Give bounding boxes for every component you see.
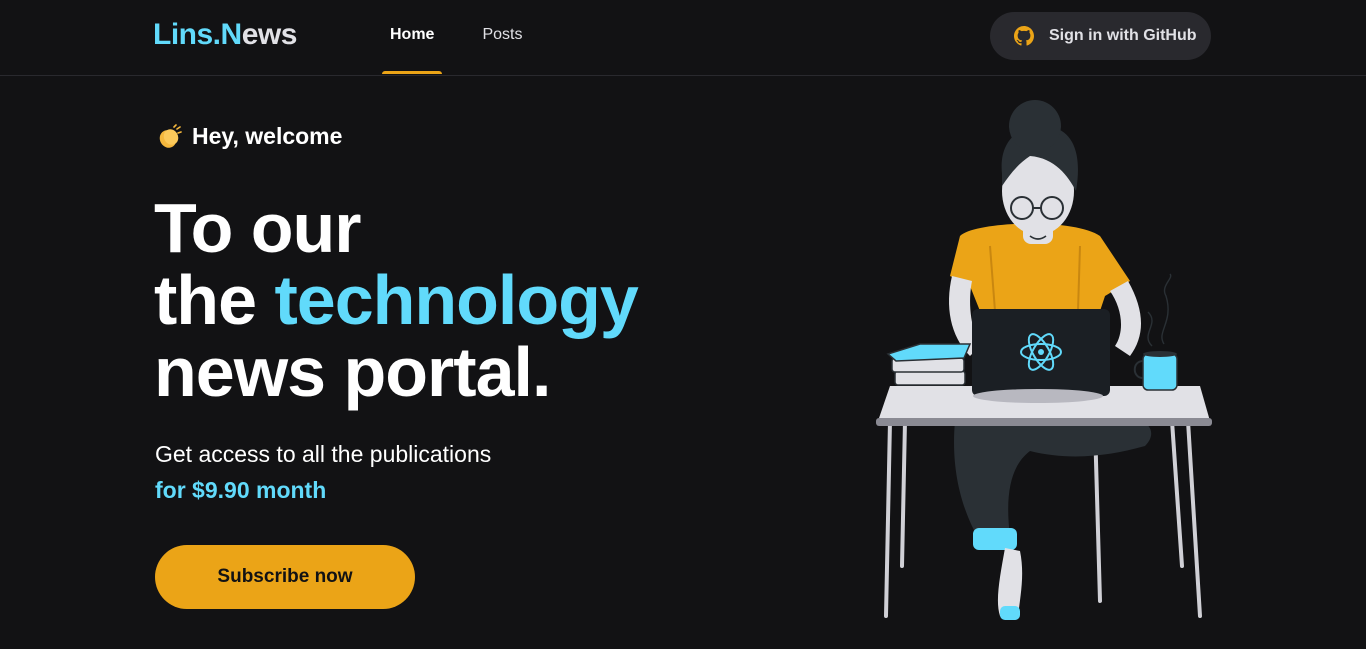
woman-at-desk-illustration — [876, 100, 1212, 620]
site-header: Lins.News Home Posts Sign in with GitHub — [0, 0, 1366, 76]
logo[interactable]: Lins.News — [153, 18, 297, 52]
subscribe-button[interactable]: Subscribe now — [155, 545, 415, 609]
github-signin-button[interactable]: Sign in with GitHub — [990, 12, 1211, 60]
logo-dot: . — [212, 18, 221, 51]
github-signin-label: Sign in with GitHub — [1049, 27, 1197, 44]
headline-line-1: To our — [154, 189, 362, 267]
welcome-line: Hey, welcome — [156, 123, 342, 150]
logo-letter-n: N — [220, 18, 243, 51]
logo-text-ews: ews — [241, 18, 298, 51]
hero-illustration — [860, 96, 1220, 626]
headline-highlight: technology — [274, 261, 638, 339]
headline-line-2-start: the — [154, 261, 275, 339]
pricing-line-1: Get access to all the publications — [155, 441, 492, 467]
github-icon — [1014, 26, 1034, 46]
headline-line-3: news portal. — [154, 333, 551, 411]
main-nav: Home Posts — [382, 0, 530, 76]
clapping-hands-icon — [156, 123, 182, 150]
hero-headline: To our the technology news portal. — [154, 189, 639, 411]
nav-posts-link[interactable]: Posts — [474, 0, 530, 76]
price-text: for $9.90 month — [155, 477, 327, 503]
welcome-text: Hey, welcome — [192, 123, 343, 149]
logo-text-lins: Lins — [153, 18, 213, 51]
pricing-text: Get access to all the publications for $… — [155, 436, 491, 508]
nav-home-link[interactable]: Home — [382, 0, 443, 76]
